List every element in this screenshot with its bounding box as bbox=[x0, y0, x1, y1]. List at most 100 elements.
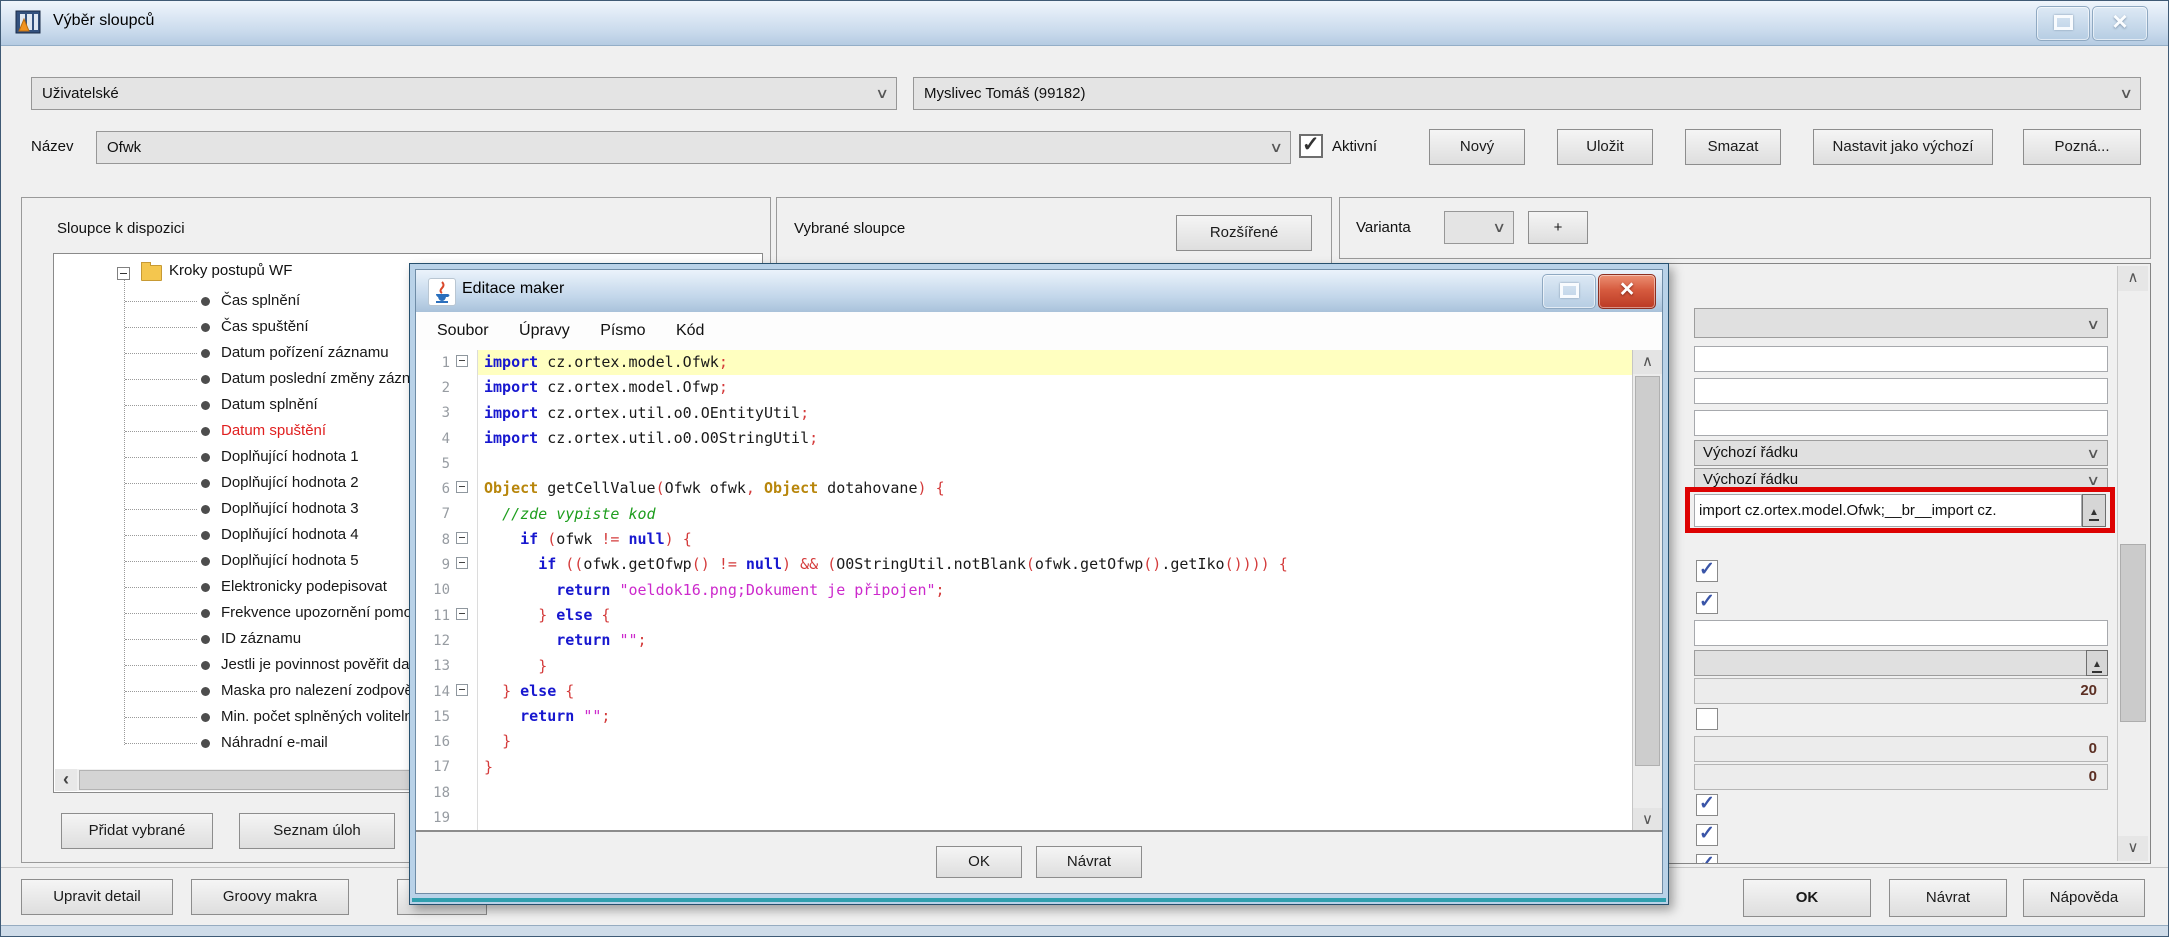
fold-toggle-icon[interactable] bbox=[456, 608, 468, 620]
fold-toggle-icon[interactable] bbox=[456, 557, 468, 569]
code-line[interactable]: return ""; bbox=[478, 704, 1632, 729]
menu-soubor[interactable]: Soubor bbox=[424, 312, 502, 349]
advanced-button[interactable]: Rozšířené bbox=[1176, 215, 1312, 251]
property-field-empty-2[interactable] bbox=[1694, 378, 2108, 404]
scroll-down-icon[interactable]: ∨ bbox=[1633, 808, 1662, 832]
edit-detail-button[interactable]: Upravit detail bbox=[21, 879, 173, 915]
chevron-down-icon: ∨ bbox=[875, 78, 889, 109]
note-button[interactable]: Pozná... bbox=[2023, 129, 2141, 165]
code-line[interactable]: import cz.ortex.util.o0.OEntityUtil; bbox=[478, 401, 1632, 426]
active-checkbox[interactable] bbox=[1299, 134, 1323, 158]
code-line[interactable]: return "oeldok16.png;Dokument je připoje… bbox=[478, 578, 1632, 603]
set-default-button[interactable]: Nastavit jako výchozí bbox=[1813, 129, 1993, 165]
collapse-icon[interactable] bbox=[117, 267, 130, 280]
scrollbar-thumb[interactable] bbox=[1635, 376, 1660, 766]
code-line[interactable]: import cz.ortex.model.Ofwp; bbox=[478, 375, 1632, 400]
expand-editor-button[interactable]: ▲ bbox=[2082, 494, 2106, 527]
variant-add-button[interactable]: + bbox=[1528, 211, 1588, 244]
fold-toggle-icon[interactable] bbox=[456, 532, 468, 544]
property-field-empty-3[interactable] bbox=[1694, 410, 2108, 436]
ok-button[interactable]: OK bbox=[1743, 879, 1871, 917]
name-combo[interactable]: Ofwk ∨ bbox=[96, 131, 1291, 164]
property-checkbox-6[interactable] bbox=[1696, 854, 1718, 864]
code-line[interactable] bbox=[478, 780, 1632, 805]
code-line[interactable] bbox=[478, 805, 1632, 830]
editor-code[interactable]: import cz.ortex.model.Ofwk;import cz.ort… bbox=[478, 350, 1632, 832]
expand-small-button[interactable]: ▲ bbox=[2086, 650, 2108, 676]
menu-pismo[interactable]: Písmo bbox=[587, 312, 658, 349]
selected-columns-title: Vybrané sloupce bbox=[794, 220, 905, 237]
code-line[interactable]: } bbox=[478, 729, 1632, 754]
default-row-combo-1[interactable]: Výchozí řádku ∨ bbox=[1694, 440, 2108, 466]
delete-button[interactable]: Smazat bbox=[1685, 129, 1781, 165]
fold-toggle-icon[interactable] bbox=[456, 355, 468, 367]
grid-scrollbar[interactable]: ∧ ∨ bbox=[2117, 266, 2148, 861]
property-combo-empty[interactable]: ∨ bbox=[1694, 308, 2108, 338]
new-button[interactable]: Nový bbox=[1429, 129, 1525, 165]
property-checkbox-3[interactable] bbox=[1696, 708, 1718, 730]
java-icon bbox=[428, 278, 456, 306]
bullet-icon bbox=[201, 713, 210, 722]
macro-preview-field[interactable]: import cz.ortex.model.Ofwk;__br__import … bbox=[1694, 494, 2082, 527]
tree-guide bbox=[125, 483, 197, 484]
code-line[interactable]: } bbox=[478, 654, 1632, 679]
properties-grid: ∨ Výchozí řádku ∨ Výchozí řádku ∨ import… bbox=[1641, 263, 2151, 864]
menu-kod[interactable]: Kód bbox=[663, 312, 717, 349]
property-value-0b[interactable]: 0 bbox=[1694, 764, 2108, 790]
code-line[interactable]: import cz.ortex.model.Ofwk; bbox=[478, 350, 1632, 375]
fold-toggle-icon[interactable] bbox=[456, 481, 468, 493]
task-list-button[interactable]: Seznam úloh bbox=[239, 813, 395, 849]
property-value-0a[interactable]: 0 bbox=[1694, 736, 2108, 762]
editor-scrollbar[interactable]: ∧ ∨ bbox=[1632, 350, 1662, 832]
tree-guide bbox=[125, 691, 197, 692]
scroll-left-icon[interactable]: ‹ bbox=[55, 769, 77, 791]
tree-guide bbox=[125, 301, 197, 302]
property-value-20[interactable]: 20 bbox=[1694, 678, 2108, 704]
code-line[interactable]: import cz.ortex.util.o0.O0StringUtil; bbox=[478, 426, 1632, 451]
code-line[interactable]: //zde vypiste kod bbox=[478, 502, 1632, 527]
dialog-back-button[interactable]: Návrat bbox=[1036, 846, 1142, 878]
code-line[interactable]: } else { bbox=[478, 603, 1632, 628]
scrollbar-thumb[interactable] bbox=[2120, 544, 2146, 722]
add-selected-button[interactable]: Přidat vybrané bbox=[61, 813, 213, 849]
bullet-icon bbox=[201, 661, 210, 670]
code-line[interactable]: if ((ofwk.getOfwp() != null) && (O0Strin… bbox=[478, 552, 1632, 577]
bullet-icon bbox=[201, 427, 210, 436]
code-line[interactable]: } bbox=[478, 755, 1632, 780]
save-button[interactable]: Uložit bbox=[1557, 129, 1653, 165]
groovy-macros-button[interactable]: Groovy makra bbox=[191, 879, 349, 915]
code-line[interactable]: Object getCellValue(Ofwk ofwk, Object do… bbox=[478, 476, 1632, 501]
property-field-empty-4[interactable] bbox=[1694, 620, 2108, 646]
folder-icon bbox=[141, 265, 162, 281]
help-button[interactable]: Nápověda bbox=[2023, 879, 2145, 917]
scroll-down-icon[interactable]: ∨ bbox=[2118, 836, 2148, 861]
maximize-button[interactable] bbox=[2036, 6, 2090, 41]
bullet-icon bbox=[201, 453, 210, 462]
profile-combo[interactable]: Uživatelské ∨ bbox=[31, 77, 897, 110]
close-button[interactable]: × bbox=[2092, 6, 2148, 41]
property-checkbox-2[interactable] bbox=[1696, 592, 1718, 614]
scroll-up-icon[interactable]: ∧ bbox=[1633, 350, 1662, 374]
dialog-close-button[interactable]: × bbox=[1598, 274, 1656, 309]
back-button[interactable]: Návrat bbox=[1889, 879, 2007, 917]
user-combo[interactable]: Myslivec Tomáš (99182) ∨ bbox=[913, 77, 2141, 110]
property-checkbox-5[interactable] bbox=[1696, 824, 1718, 846]
property-checkbox-1[interactable] bbox=[1696, 560, 1718, 582]
menu-upravy[interactable]: Úpravy bbox=[506, 312, 583, 349]
value-0: 0 bbox=[2089, 768, 2097, 785]
fold-toggle-icon[interactable] bbox=[456, 684, 468, 696]
property-field-empty-1[interactable] bbox=[1694, 346, 2108, 372]
dialog-ok-button[interactable]: OK bbox=[936, 846, 1022, 878]
variant-combo[interactable]: ∨ bbox=[1444, 211, 1514, 244]
code-line[interactable]: } else { bbox=[478, 679, 1632, 704]
code-line[interactable]: return ""; bbox=[478, 628, 1632, 653]
default-row-combo-2[interactable]: Výchozí řádku ∨ bbox=[1694, 468, 2108, 492]
code-line[interactable]: if (ofwk != null) { bbox=[478, 527, 1632, 552]
chevron-down-icon: ∨ bbox=[2086, 441, 2100, 465]
code-line[interactable] bbox=[478, 451, 1632, 476]
property-checkbox-4[interactable] bbox=[1696, 794, 1718, 816]
code-editor[interactable]: 12345678910111213141516171819 import cz.… bbox=[416, 350, 1662, 832]
dialog-maximize-button[interactable] bbox=[1542, 274, 1596, 309]
property-bar-with-button[interactable] bbox=[1694, 650, 2108, 676]
scroll-up-icon[interactable]: ∧ bbox=[2118, 266, 2148, 291]
